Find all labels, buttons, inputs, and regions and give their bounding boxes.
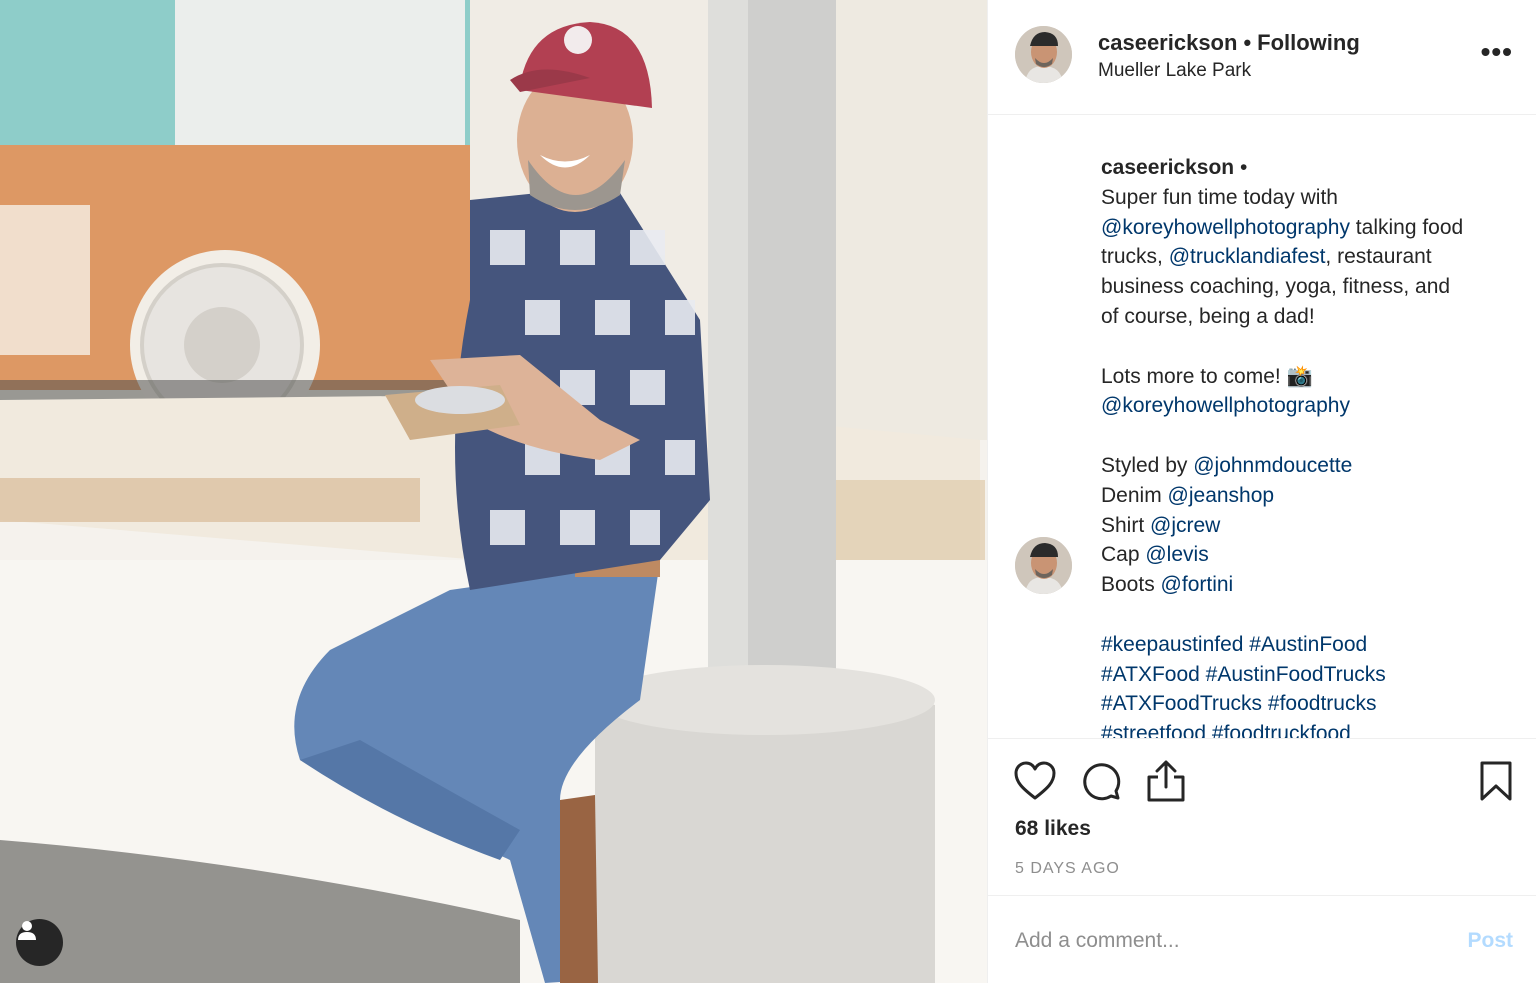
header-separator: • [1243, 30, 1252, 55]
caption-username[interactable]: caseerickson [1101, 156, 1234, 179]
caption-username-dot: • [1239, 156, 1248, 179]
tag-people-button[interactable] [16, 919, 63, 966]
hashtag-link[interactable]: #foodtruckfood [1212, 722, 1351, 738]
profile-photo [1015, 26, 1072, 83]
caption-area[interactable]: caseerickson • Super fun time today with… [988, 116, 1536, 738]
caption-text-segment: Boots [1101, 573, 1161, 597]
more-options-icon[interactable]: ••• [1481, 38, 1513, 66]
user-tag-icon [18, 921, 36, 940]
like-button[interactable] [1014, 761, 1056, 806]
mention-link[interactable]: @fortini [1161, 573, 1234, 596]
caption-text: caseerickson • Super fun time today with… [1101, 153, 1526, 738]
post-actions: 68 likes 5 DAYS AGO [988, 738, 1536, 896]
hashtag-link[interactable]: #ATXFoodTrucks [1101, 692, 1262, 715]
header-username-row: caseerickson • Following [1098, 30, 1360, 56]
caption-text-segment: business coaching, yoga, fitness, and [1101, 275, 1451, 299]
post-header: caseerickson • Following Mueller Lake Park… [988, 0, 1536, 115]
avatar[interactable] [1015, 26, 1072, 83]
location-link[interactable]: Mueller Lake Park [1098, 60, 1251, 82]
likes-count[interactable]: 68 likes [1015, 817, 1091, 841]
share-button[interactable] [1146, 759, 1186, 808]
header-username[interactable]: caseerickson [1098, 30, 1237, 55]
mention-link[interactable]: @jcrew [1150, 514, 1220, 537]
mention-link[interactable]: @koreyhowellphotography [1101, 216, 1350, 239]
caption-line: #ATXFood #AustinFoodTrucks [1101, 660, 1526, 690]
comment-box: Post [988, 896, 1536, 983]
caption-text-segment: of course, being a dad! [1101, 304, 1315, 328]
hashtag-link[interactable]: #AustinFoodTrucks [1206, 663, 1386, 686]
mention-link[interactable]: @johnmdoucette [1193, 454, 1352, 477]
caption-line: of course, being a dad! [1101, 302, 1526, 332]
caption-line: Denim @jeanshop [1101, 481, 1526, 511]
mention-link[interactable]: @jeanshop [1168, 484, 1275, 507]
caption-line: @koreyhowellphotography talking food [1101, 213, 1526, 243]
caption-line: Cap @levis [1101, 540, 1526, 570]
caption-lines: Super fun time today with @koreyhowellpho… [1101, 183, 1526, 738]
caption-line: #keepaustinfed #AustinFood [1101, 630, 1526, 660]
hashtag-link[interactable]: #ATXFood [1101, 663, 1200, 686]
caption-text-segment: Shirt [1101, 513, 1151, 537]
hashtag-link[interactable]: #keepaustinfed [1101, 633, 1243, 656]
mention-link[interactable]: @trucklandiafest [1169, 245, 1326, 268]
caption-line: business coaching, yoga, fitness, and [1101, 272, 1526, 302]
caption-line: @koreyhowellphotography [1101, 391, 1526, 421]
caption-line: Shirt @jcrew [1101, 511, 1526, 541]
post-timestamp[interactable]: 5 DAYS AGO [1015, 860, 1120, 878]
comment-bubble-icon [1083, 763, 1121, 801]
avatar[interactable] [1015, 537, 1072, 594]
post-comment-button[interactable]: Post [1467, 929, 1513, 953]
caption-username-line: caseerickson • [1101, 153, 1526, 183]
caption-line: #streetfood #foodtruckfood [1101, 719, 1526, 738]
following-button[interactable]: Following [1257, 30, 1360, 55]
caption-text-segment: , restaurant [1325, 245, 1432, 269]
caption-text-segment: Styled by [1101, 453, 1194, 477]
share-upload-icon [1147, 760, 1185, 802]
caption-line: Lots more to come! 📸 [1101, 362, 1526, 392]
caption-line: Boots @fortini [1101, 570, 1526, 600]
hashtag-link[interactable]: #foodtrucks [1268, 692, 1377, 715]
heart-icon [1014, 761, 1056, 800]
caption-line: Super fun time today with [1101, 183, 1526, 213]
caption-text-segment: Denim [1101, 483, 1168, 507]
caption-text-segment: Lots more to come! 📸 [1101, 364, 1313, 388]
post-side-panel: caseerickson • Following Mueller Lake Park… [987, 0, 1536, 983]
caption-line: trucks, @trucklandiafest, restaurant [1101, 242, 1526, 272]
profile-photo [1015, 537, 1072, 594]
hashtag-link[interactable]: #AustinFood [1249, 633, 1367, 656]
post-photo[interactable] [0, 0, 987, 983]
mention-link[interactable]: @levis [1145, 543, 1208, 566]
caption-line: Styled by @johnmdoucette [1101, 451, 1526, 481]
caption-text-segment: trucks, [1101, 245, 1169, 269]
save-button[interactable] [1479, 760, 1513, 807]
caption-text-segment: talking food [1349, 215, 1464, 239]
caption-text-segment: Super fun time today with [1101, 185, 1338, 209]
hashtag-link[interactable]: #streetfood [1101, 722, 1206, 738]
mention-link[interactable]: @koreyhowellphotography [1101, 394, 1350, 417]
post-image [0, 0, 987, 983]
comment-button[interactable] [1081, 761, 1121, 806]
caption-text-segment: Cap [1101, 543, 1146, 567]
caption-line: #ATXFoodTrucks #foodtrucks [1101, 689, 1526, 719]
bookmark-icon [1480, 761, 1512, 801]
comment-input[interactable] [1015, 924, 1435, 958]
